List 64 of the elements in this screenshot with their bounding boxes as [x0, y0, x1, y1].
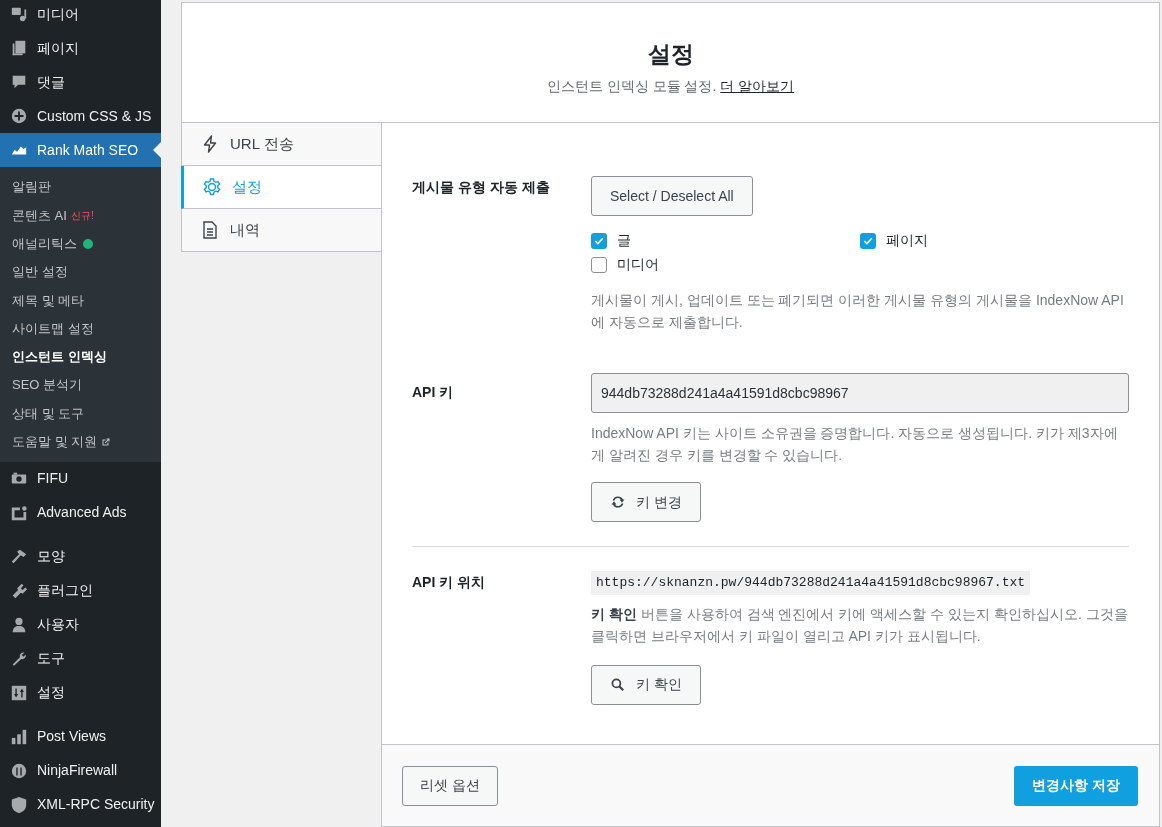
sidebar-item[interactable]: NinjaFirewall	[0, 753, 161, 788]
paintbrush-icon	[10, 547, 28, 566]
refresh-icon	[610, 494, 626, 510]
field-description: 게시물이 게시, 업데이트 또는 폐기되면 이러한 게시물 유형의 게시물을 IndexNow API에 자동으로 제출합니다.	[591, 291, 1125, 332]
document-icon	[200, 220, 220, 240]
field-description: IndexNow API 키는 사이트 소유권을 증명합니다. 자동으로 생성됩니다. 키가 제3자에게 알려진 경우 키를 변경할 수 있습니다.	[591, 424, 1119, 465]
submenu-item[interactable]: 상태 및 도구	[12, 403, 85, 424]
plug-icon	[10, 581, 28, 600]
user-icon	[10, 615, 28, 634]
pages-icon	[10, 39, 28, 57]
learn-more-link[interactable]: 더 알아보기	[720, 75, 795, 97]
sidebar-item[interactable]: 미디어	[0, 0, 161, 31]
change-key-button[interactable]: 키 변경	[591, 482, 701, 522]
checkbox[interactable]	[591, 232, 607, 249]
checkbox[interactable]	[591, 256, 607, 273]
sidebar-item[interactable]: Advanced Ads	[0, 495, 161, 530]
ad-frame-icon	[10, 503, 28, 522]
sidebar-item[interactable]: Post Views	[0, 719, 161, 754]
field-label: 게시물 유형 자동 제출	[412, 178, 551, 197]
sidebar-item[interactable]: 페이지	[0, 31, 161, 65]
sidebar-item[interactable]: Custom CSS & JS	[0, 99, 161, 133]
search-icon	[610, 676, 626, 693]
submenu-item[interactable]: 알림판	[12, 177, 51, 197]
field-label: API 키 위치	[412, 573, 487, 592]
menu-pointer-icon	[153, 142, 161, 158]
page-subtitle: 인스턴트 인덱싱 모듈 설정.	[546, 76, 717, 96]
sidebar-item[interactable]: 모양	[0, 539, 161, 574]
field-label: API 키	[412, 383, 455, 402]
sidebar-item[interactable]: 댓글	[0, 65, 161, 99]
plus-circle-icon	[10, 107, 28, 125]
shield-icon	[10, 795, 28, 814]
page-title: 설정	[647, 40, 694, 69]
submenu-item[interactable]: 도움말 및 지원	[12, 432, 98, 452]
sidebar-item[interactable]: XML-RPC Security	[0, 787, 161, 822]
new-label: 신규!	[70, 208, 94, 223]
submenu-item[interactable]: 애널리틱스	[12, 234, 77, 254]
sidebar-item[interactable]: FIFU	[0, 461, 161, 496]
submenu-item[interactable]: 제목 및 메타	[12, 290, 85, 311]
reset-options-button[interactable]: 리셋 옵션	[402, 765, 498, 806]
submenu-item[interactable]: 일반 설정	[12, 262, 68, 282]
settings-tab[interactable]: 내역	[181, 209, 381, 252]
media-icon	[10, 5, 28, 23]
submenu-item[interactable]: SEO 분석기	[12, 375, 83, 395]
key-url: https://sknanzn.pw/944db73288d241a4a41591d8cbc98967.txt	[591, 571, 1031, 595]
submenu-item[interactable]: 인스턴트 인덱싱	[12, 347, 107, 367]
checkbox[interactable]	[860, 232, 876, 249]
sidebar-item[interactable]: 플러그인	[0, 573, 161, 608]
sidebar-item[interactable]: 설정	[0, 675, 161, 710]
select-all-button[interactable]: Select / Deselect All	[591, 176, 753, 216]
sidebar-item[interactable]: Rank Math SEO	[0, 133, 161, 167]
check-key-button[interactable]: 키 확인	[591, 664, 701, 705]
submenu-item[interactable]: 사이트맵 설정	[12, 318, 94, 339]
checkbox-label: 페이지	[886, 231, 928, 250]
api-key-field[interactable]: 944db73288d241a4a41591d8cbc98967	[591, 373, 1129, 413]
sidebar-item[interactable]: 사용자	[0, 607, 161, 642]
sliders-icon	[10, 683, 28, 702]
bar-chart-icon	[10, 727, 28, 746]
checkbox-label: 미디어	[617, 255, 659, 274]
field-description: 키 확인 버튼을 사용하여 검색 엔진에서 키에 액세스할 수 있는지 확인하십시오. 그것을 클릭하면 브라우저에서 키 파일이 열리고 API 키가 표시됩니다.	[591, 604, 1129, 646]
settings-tab[interactable]: URL 전송	[181, 123, 381, 166]
submenu-item[interactable]: 콘텐츠 AI	[12, 205, 67, 226]
settings-icon	[202, 177, 222, 197]
sidebar-item[interactable]: 도구	[0, 641, 161, 676]
checkbox-label: 글	[617, 231, 631, 250]
